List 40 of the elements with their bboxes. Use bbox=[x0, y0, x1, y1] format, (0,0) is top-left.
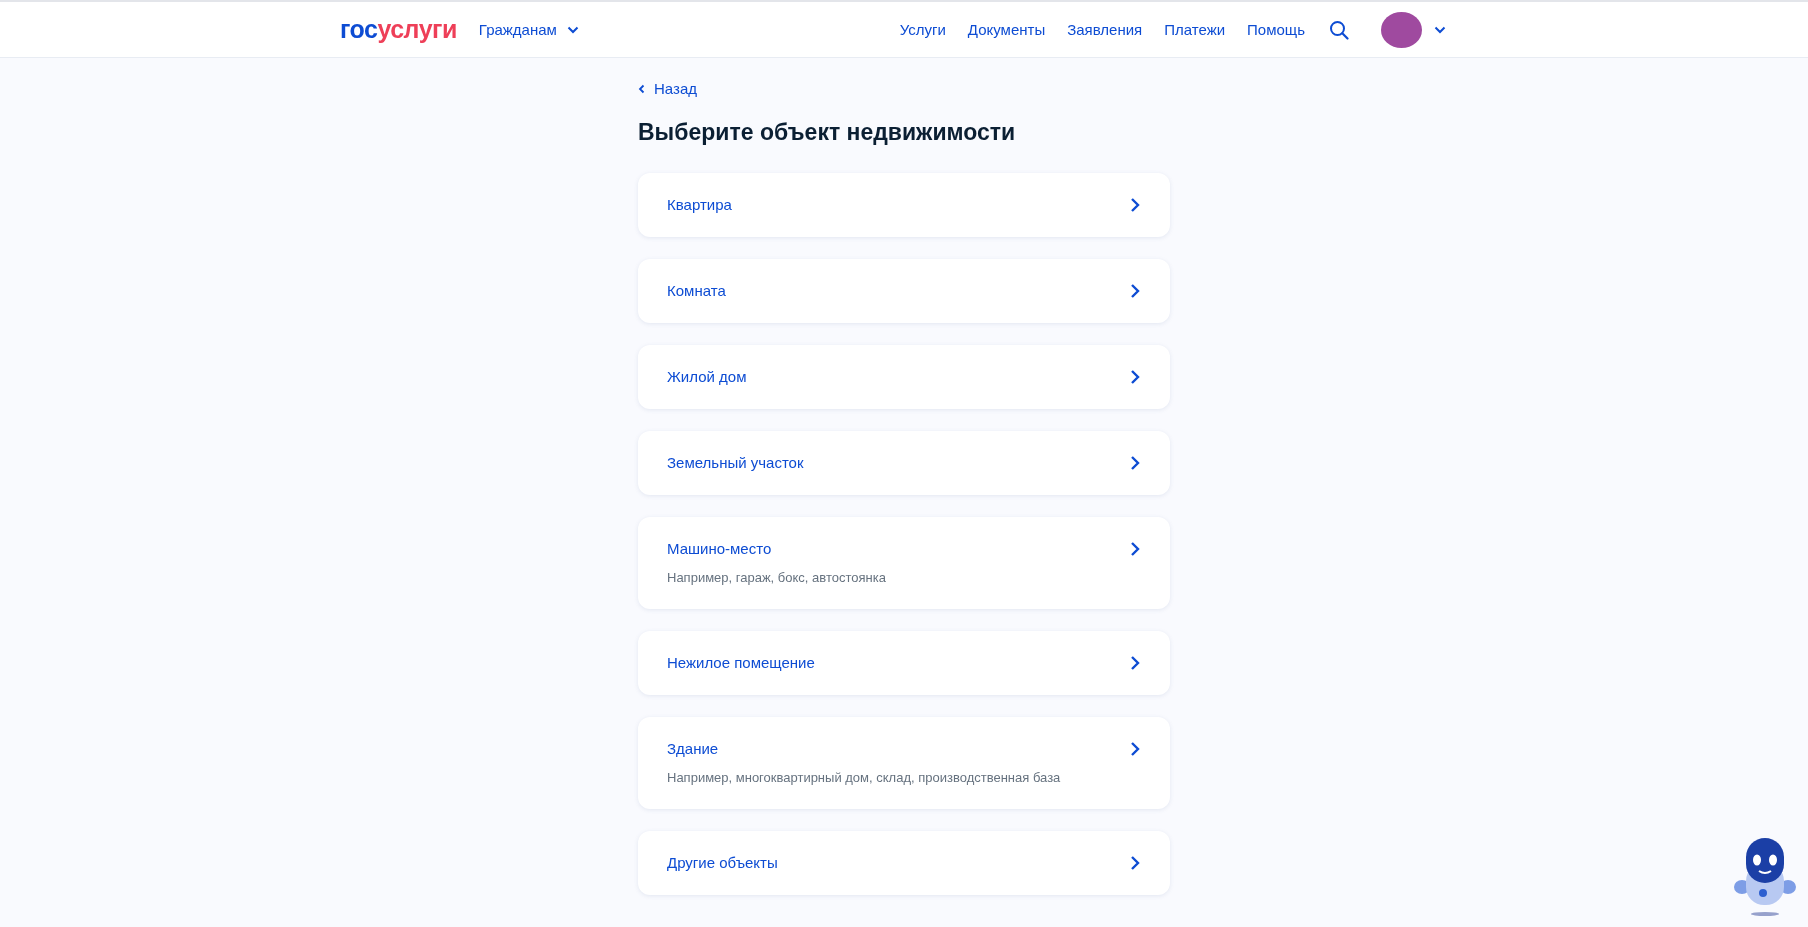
nav-link[interactable]: Заявления bbox=[1067, 21, 1143, 38]
chevron-right-icon bbox=[1130, 369, 1140, 385]
page-title: Выберите объект недвижимости bbox=[638, 119, 1017, 146]
avatar[interactable] bbox=[1381, 11, 1422, 48]
search-icon[interactable] bbox=[1329, 19, 1349, 40]
option-card[interactable]: Земельный участок bbox=[638, 431, 1170, 495]
nav-link[interactable]: Документы bbox=[967, 21, 1046, 38]
option-card[interactable]: Квартира bbox=[638, 173, 1170, 237]
option-card[interactable]: Комната bbox=[638, 259, 1170, 323]
chevron-left-icon bbox=[638, 83, 645, 94]
chevron-down-icon bbox=[566, 25, 579, 34]
option-card[interactable]: Жилой дом bbox=[638, 345, 1170, 409]
option-card[interactable]: Нежилое помещение bbox=[638, 631, 1170, 695]
option-label: Квартира bbox=[667, 196, 732, 214]
option-card[interactable]: Здание Например, многоквартирный дом, склад, производственная база bbox=[638, 717, 1170, 809]
logo[interactable]: госуслуги bbox=[340, 15, 457, 44]
chevron-right-icon bbox=[1130, 741, 1140, 757]
option-hint: Например, многоквартирный дом, склад, производственная база bbox=[667, 770, 1061, 786]
option-card[interactable]: Другие объекты bbox=[638, 831, 1170, 895]
chevron-right-icon bbox=[1130, 283, 1140, 299]
option-label: Комната bbox=[667, 282, 726, 300]
nav-link[interactable]: Помощь bbox=[1247, 21, 1305, 38]
option-label: Другие объекты bbox=[667, 854, 778, 872]
option-hint: Например, гараж, бокс, автостоянка bbox=[667, 570, 886, 586]
option-card[interactable]: Машино-место Например, гараж, бокс, автостоянка bbox=[638, 517, 1170, 609]
option-label: Земельный участок bbox=[667, 454, 804, 472]
option-label: Здание bbox=[667, 740, 720, 758]
option-label: Машино-место bbox=[667, 540, 773, 558]
chevron-right-icon bbox=[1130, 655, 1140, 671]
audience-dropdown[interactable]: Гражданам bbox=[478, 21, 579, 38]
option-label: Жилой дом bbox=[667, 368, 747, 386]
nav-link[interactable]: Платежи bbox=[1164, 21, 1226, 38]
chevron-right-icon bbox=[1130, 455, 1140, 471]
back-link[interactable]: Назад bbox=[638, 80, 697, 97]
nav-link[interactable]: Услуги bbox=[899, 21, 946, 38]
chevron-right-icon bbox=[1130, 197, 1140, 213]
chevron-down-icon[interactable] bbox=[1434, 25, 1446, 34]
option-label: Нежилое помещение bbox=[667, 654, 815, 672]
chevron-right-icon bbox=[1130, 855, 1140, 871]
chevron-right-icon bbox=[1130, 541, 1140, 557]
